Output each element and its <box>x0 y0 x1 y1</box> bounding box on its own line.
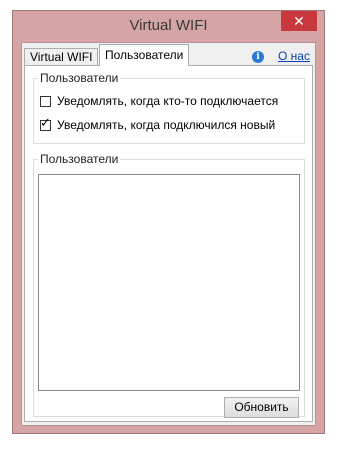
checkmark-icon: ✓ <box>40 114 51 130</box>
notify-group-title: Пользователи <box>38 71 121 85</box>
notify-new-label[interactable]: Уведомлять, когда подключился новый <box>57 118 275 132</box>
title-bar[interactable]: Virtual WIFI ✕ <box>13 11 324 42</box>
tab-virtual-wifi[interactable]: Virtual WIFI <box>24 48 99 65</box>
app-window: Virtual WIFI ✕ Virtual WIFI Пользователи… <box>12 10 325 434</box>
notify-connect-checkbox[interactable] <box>40 95 51 107</box>
users-group-title: Пользователи <box>38 152 121 166</box>
client-area: Virtual WIFI Пользователи i О нас Пользо… <box>21 42 316 426</box>
notify-connect-option[interactable]: Уведомлять, когда кто-то подключается <box>40 93 278 109</box>
notify-groupbox: Пользователи Уведомлять, когда кто-то по… <box>33 71 305 144</box>
info-icon[interactable]: i <box>252 51 264 63</box>
window-title: Virtual WIFI <box>129 17 208 34</box>
notify-new-checkbox[interactable]: ✓ <box>40 115 51 131</box>
about-link[interactable]: О нас <box>278 49 310 63</box>
tab-users[interactable]: Пользователи <box>99 44 190 66</box>
tab-page-users: Пользователи Уведомлять, когда кто-то по… <box>24 65 313 422</box>
users-groupbox: Пользователи Обновить <box>33 152 305 418</box>
close-button[interactable]: ✕ <box>281 11 317 31</box>
notify-connect-label[interactable]: Уведомлять, когда кто-то подключается <box>57 94 278 108</box>
refresh-button[interactable]: Обновить <box>224 397 299 418</box>
users-list[interactable] <box>38 174 300 391</box>
notify-new-option[interactable]: ✓ Уведомлять, когда подключился новый <box>40 115 275 133</box>
